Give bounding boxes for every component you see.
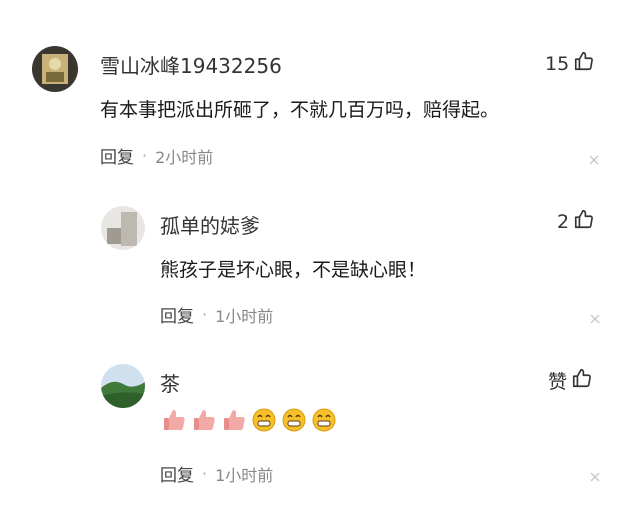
avatar[interactable] xyxy=(101,206,145,250)
reply-button[interactable]: 回复 xyxy=(160,461,194,486)
timestamp: 1小时前 xyxy=(215,306,274,326)
grin-face-icon xyxy=(312,408,336,432)
separator: · xyxy=(142,146,148,165)
close-icon[interactable] xyxy=(589,150,599,165)
avatar[interactable] xyxy=(32,46,78,92)
avatar[interactable] xyxy=(101,364,145,408)
comment-meta: 回复 · 2小时前 xyxy=(100,143,213,168)
comment-meta: 回复 · 1小时前 xyxy=(160,461,273,486)
comment-text: 有本事把派出所砸了，不就几百万吗，赔得起。 xyxy=(100,99,500,121)
username[interactable]: 雪山冰峰19432256 xyxy=(100,50,282,79)
thumbs-up-icon xyxy=(571,367,593,394)
thumbs-up-icon xyxy=(224,410,245,430)
like-label: 赞 xyxy=(548,371,568,393)
thumbs-up-icon xyxy=(194,410,215,430)
emoji-row xyxy=(160,406,338,434)
close-icon[interactable] xyxy=(590,309,600,324)
timestamp: 2小时前 xyxy=(155,147,214,167)
reply-button[interactable]: 回复 xyxy=(160,302,194,327)
separator: · xyxy=(202,305,208,324)
like-button[interactable]: 赞 xyxy=(548,367,593,394)
reply-button[interactable]: 回复 xyxy=(100,143,134,168)
like-count: 15 xyxy=(545,52,570,75)
close-icon[interactable] xyxy=(590,467,600,482)
comment-meta: 回复 · 1小时前 xyxy=(160,302,273,327)
separator: · xyxy=(202,464,208,483)
thumbs-up-icon xyxy=(573,208,595,235)
thumbs-up-icon xyxy=(573,50,595,77)
timestamp: 1小时前 xyxy=(215,465,274,485)
comment-text: 熊孩子是坏心眼，不是缺心眼！ xyxy=(160,259,427,281)
grin-face-icon xyxy=(282,408,306,432)
like-count: 2 xyxy=(557,210,570,233)
username[interactable]: 孤单的娡爹 xyxy=(160,210,260,239)
username[interactable]: 茶 xyxy=(160,368,180,397)
grin-face-icon xyxy=(252,408,276,432)
like-button[interactable]: 15 xyxy=(545,50,595,77)
like-button[interactable]: 2 xyxy=(557,208,595,235)
thumbs-up-icon xyxy=(164,410,185,430)
